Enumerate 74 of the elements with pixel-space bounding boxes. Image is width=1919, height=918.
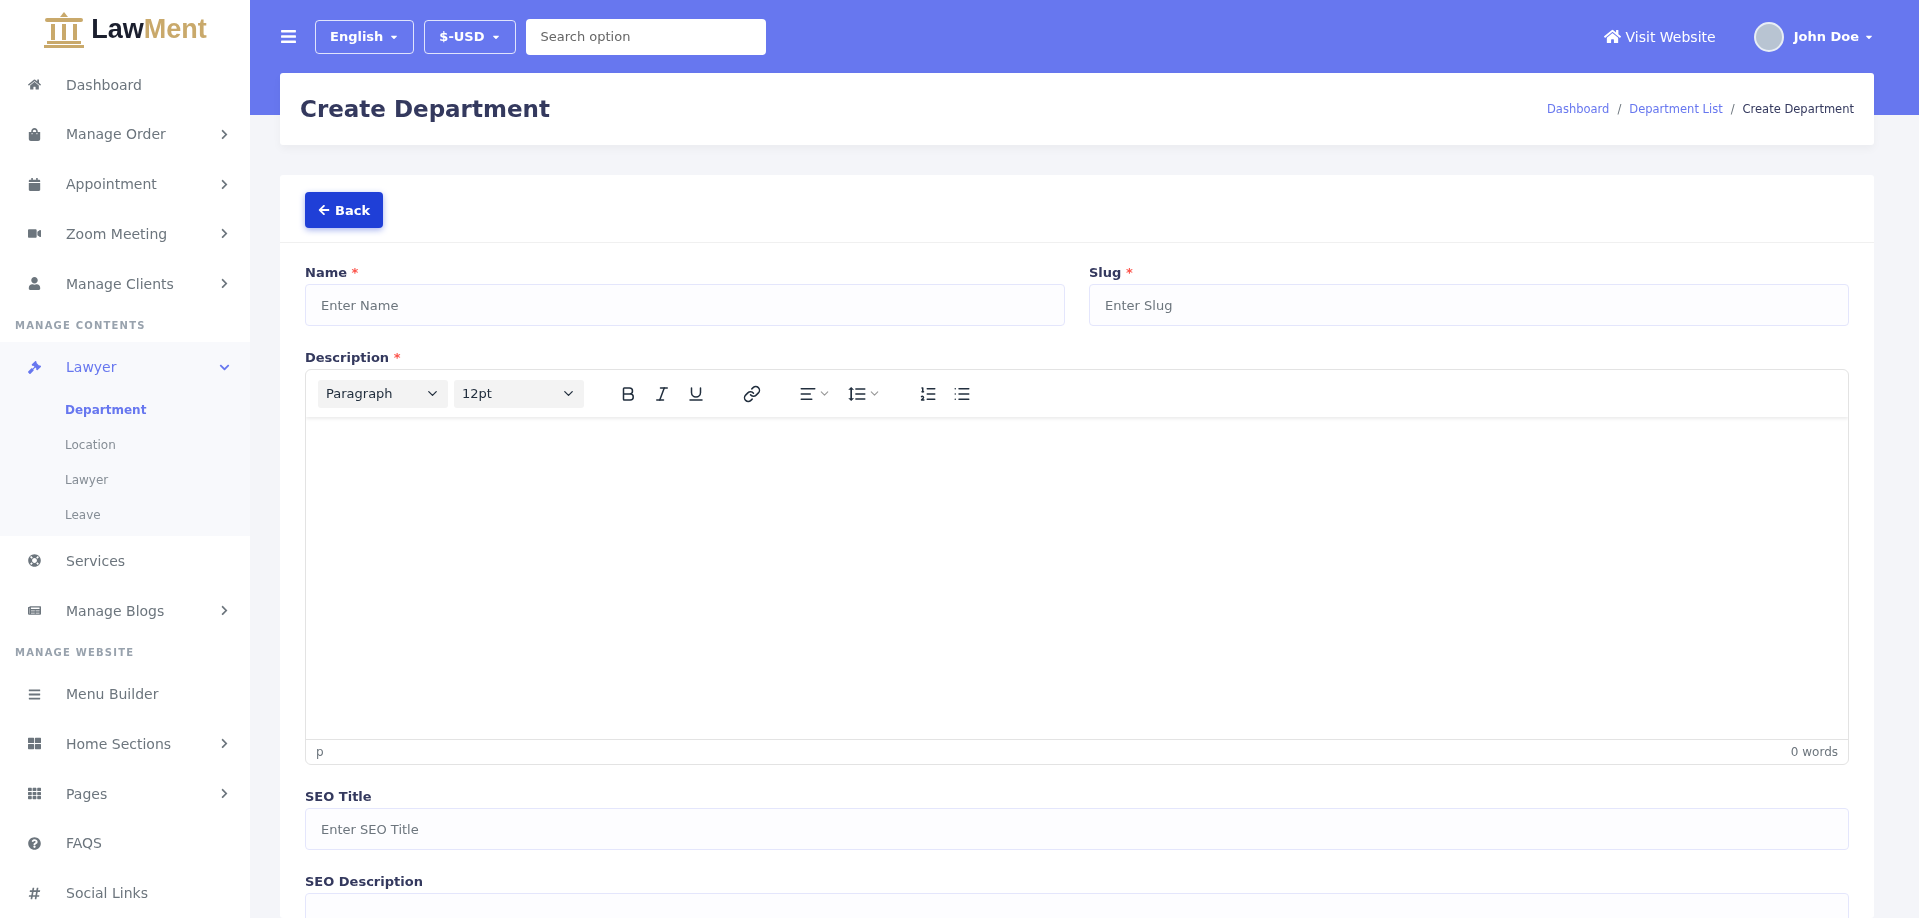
text-input[interactable]: Enter Slug — [1089, 284, 1849, 326]
block-format-select[interactable]: Paragraph — [318, 379, 448, 408]
submenu-item[interactable]: Department — [0, 392, 250, 427]
breadcrumb-link[interactable]: Department List — [1629, 102, 1723, 116]
text-input[interactable]: Enter SEO Title — [305, 808, 1849, 850]
field-label: SEO Description — [305, 874, 424, 889]
brand-name: LawMent — [91, 14, 207, 46]
sidebar-item[interactable]: Appointment — [0, 159, 250, 209]
sidebar-item[interactable]: Manage Blogs — [0, 585, 250, 636]
visit-website-link[interactable]: Visit Website — [1603, 28, 1716, 45]
word-count: 0 words — [1790, 745, 1838, 759]
chevron-right-icon — [219, 128, 230, 140]
chevron-right-icon — [219, 788, 230, 800]
bag-icon — [28, 127, 41, 141]
sidebar-item[interactable]: Pages — [0, 768, 250, 819]
sidebar-item[interactable]: Zoom Meeting — [0, 208, 250, 259]
breadcrumb-link[interactable]: Dashboard — [1547, 102, 1610, 116]
chevron-right-icon — [219, 178, 230, 190]
submenu-item[interactable]: Location — [0, 427, 250, 462]
menu-icon[interactable] — [280, 28, 297, 45]
grid-icon — [28, 787, 41, 801]
arrow-left-icon — [318, 204, 330, 216]
sidebar-item[interactable]: Dashboard — [0, 59, 250, 110]
rich-text-editor[interactable]: Paragraph 12pt p 0 words — [305, 369, 1849, 765]
submenu-item[interactable]: Leave — [0, 497, 250, 532]
submenu-item[interactable]: Lawyer — [0, 462, 250, 497]
back-button[interactable]: Back — [305, 192, 384, 228]
avatar — [1753, 21, 1784, 52]
link-icon — [743, 384, 761, 403]
breadcrumb-separator: / — [1617, 102, 1622, 116]
sidebar-item[interactable]: FAQS — [0, 818, 250, 869]
chevron-right-icon — [219, 278, 230, 290]
sidebar-item[interactable]: Services — [0, 536, 250, 586]
element-path: p — [316, 745, 324, 759]
hashtag-icon — [28, 886, 41, 900]
help-icon — [28, 836, 41, 850]
sidebar-item[interactable]: Menu Builder — [0, 669, 250, 720]
field-label: Description * — [305, 350, 402, 365]
gavel-icon — [28, 360, 41, 374]
field-label: Slug * — [1089, 265, 1134, 280]
chevron-right-icon — [219, 228, 230, 240]
menu-icon — [28, 687, 41, 701]
sidebar-item[interactable]: Lawyer — [0, 342, 250, 392]
home-icon — [28, 78, 41, 92]
breadcrumb-separator: / — [1730, 102, 1735, 116]
text-input[interactable]: Enter Name — [305, 284, 1065, 326]
search-field[interactable]: Search option — [525, 18, 766, 55]
underline-icon — [687, 384, 705, 403]
section-heading: MANAGE WEBSITE — [14, 645, 136, 660]
sidebar-item[interactable]: Manage Order — [0, 109, 250, 160]
newspaper-icon — [28, 604, 41, 618]
italic-icon — [653, 384, 671, 403]
chevron-right-icon — [219, 605, 230, 617]
numbered-list-icon — [919, 384, 937, 403]
lifebuoy-icon — [28, 554, 41, 568]
logo-icon — [43, 11, 86, 48]
current-page-label: Create Department — [1742, 102, 1854, 116]
language-dropdown[interactable]: English — [315, 19, 415, 54]
currency-dropdown[interactable]: $-USD — [424, 19, 516, 54]
sidebar-item[interactable]: Social Links — [0, 868, 250, 918]
chevron-right-icon — [219, 738, 230, 750]
field-label: SEO Title — [305, 789, 373, 804]
video-camera-icon — [28, 227, 41, 241]
user-menu[interactable]: John Doe — [1793, 29, 1874, 44]
font-size-select[interactable]: 12pt — [454, 379, 584, 408]
home-icon — [1603, 28, 1621, 45]
grid-icon — [28, 737, 41, 751]
calendar-icon — [28, 177, 41, 191]
page-title: Create Department — [300, 96, 550, 122]
sidebar-item[interactable]: Manage Clients — [0, 258, 250, 309]
section-heading: MANAGE CONTENTS — [14, 318, 147, 333]
field-label: Name * — [305, 265, 360, 280]
user-icon — [28, 277, 41, 291]
sidebar-item[interactable]: Home Sections — [0, 719, 250, 769]
